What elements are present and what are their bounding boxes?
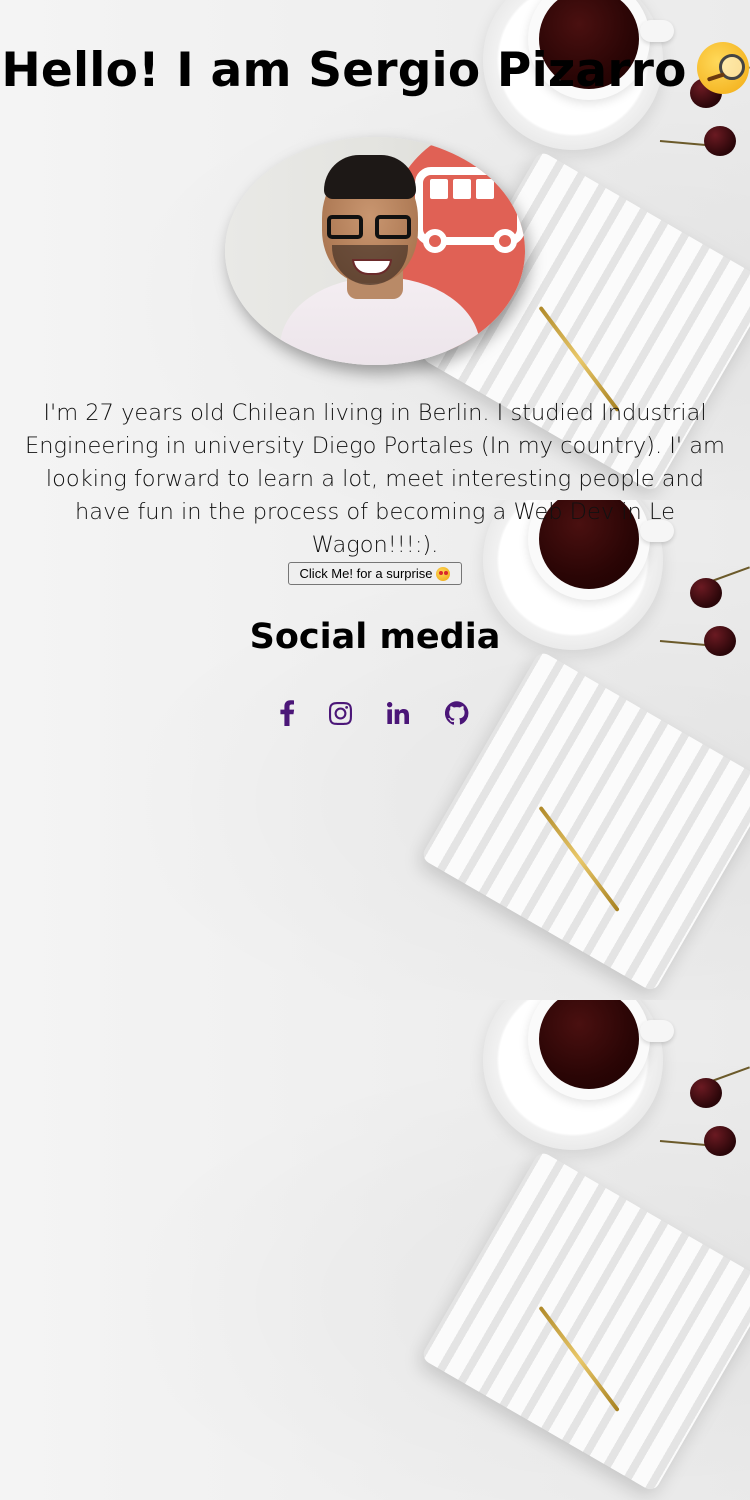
page-title: Hello! I am Sergio Pizarro (0, 42, 750, 98)
social-links (0, 698, 750, 728)
background-tile (0, 1000, 750, 1500)
avatar (225, 137, 525, 365)
facebook-icon (280, 700, 295, 726)
surprise-button[interactable]: Click Me! for a surprise (288, 562, 462, 585)
surprise-button-label: Click Me! for a surprise (299, 566, 433, 581)
instagram-icon (328, 701, 352, 725)
social-media-title: Social media (249, 617, 501, 657)
star-struck-icon (436, 566, 451, 581)
instagram-link[interactable] (325, 698, 355, 728)
github-link[interactable] (442, 698, 472, 728)
page-title-text: Hello! I am Sergio Pizarro (1, 43, 687, 98)
linkedin-icon (387, 702, 409, 724)
bio-text: I'm 27 years old Chilean living in Berli… (25, 400, 725, 558)
github-icon (445, 701, 469, 725)
cherry-image (704, 126, 736, 156)
linkedin-link[interactable] (383, 698, 413, 728)
face-with-monocle-icon (696, 42, 749, 94)
facebook-link[interactable] (272, 698, 302, 728)
